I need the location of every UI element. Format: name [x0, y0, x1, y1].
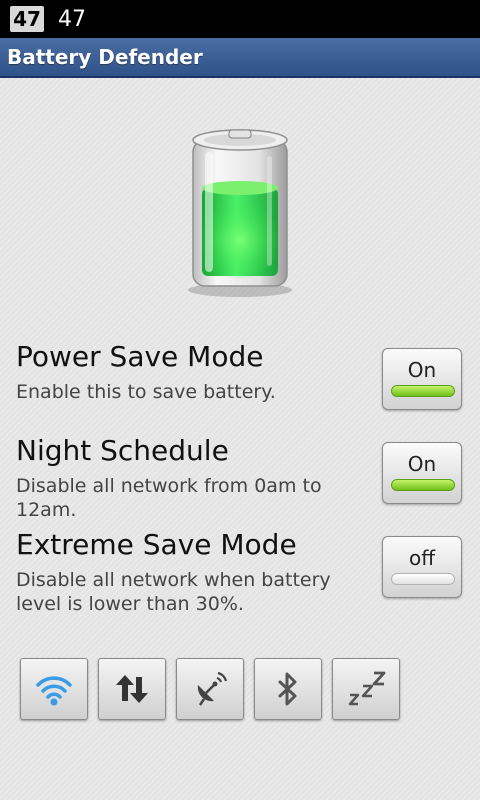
- setting-description: Disable all network when battery level i…: [16, 569, 331, 615]
- toggle-label: On: [407, 452, 437, 476]
- notification-badge: 47: [10, 6, 44, 32]
- gps-icon: [197, 671, 228, 706]
- data-toggle-button[interactable]: [98, 658, 166, 720]
- app-title: Battery Defender: [7, 45, 203, 69]
- wifi-toggle-button[interactable]: [20, 658, 88, 720]
- bluetooth-icon: [278, 672, 297, 706]
- toggle-label: On: [407, 358, 437, 382]
- data-transfer-icon: [116, 675, 148, 703]
- gps-toggle-button[interactable]: [176, 658, 244, 720]
- toggle-indicator: [391, 479, 455, 491]
- status-bar: 47 47: [0, 0, 480, 38]
- setting-title: Power Save Mode: [16, 340, 264, 373]
- setting-title: Night Schedule: [16, 434, 229, 467]
- bluetooth-toggle-button[interactable]: [254, 658, 322, 720]
- extreme-save-toggle[interactable]: off: [382, 536, 462, 598]
- quick-toggle-bar: [20, 658, 420, 720]
- battery-icon: [185, 126, 295, 298]
- setting-title: Extreme Save Mode: [16, 528, 297, 561]
- toggle-label: off: [408, 546, 435, 570]
- setting-description: Disable all network from 0am to 12am.: [16, 475, 322, 521]
- app-title-bar: Battery Defender: [0, 38, 480, 78]
- toggle-indicator: [391, 573, 455, 585]
- toggle-indicator: [391, 385, 455, 397]
- night-schedule-toggle[interactable]: On: [382, 442, 462, 504]
- status-value: 47: [58, 6, 86, 32]
- sleep-toggle-button[interactable]: [332, 658, 400, 720]
- wifi-icon: [36, 676, 72, 706]
- sleep-icon: [348, 671, 386, 706]
- setting-description: Enable this to save battery.: [16, 381, 276, 403]
- power-save-toggle[interactable]: On: [382, 348, 462, 410]
